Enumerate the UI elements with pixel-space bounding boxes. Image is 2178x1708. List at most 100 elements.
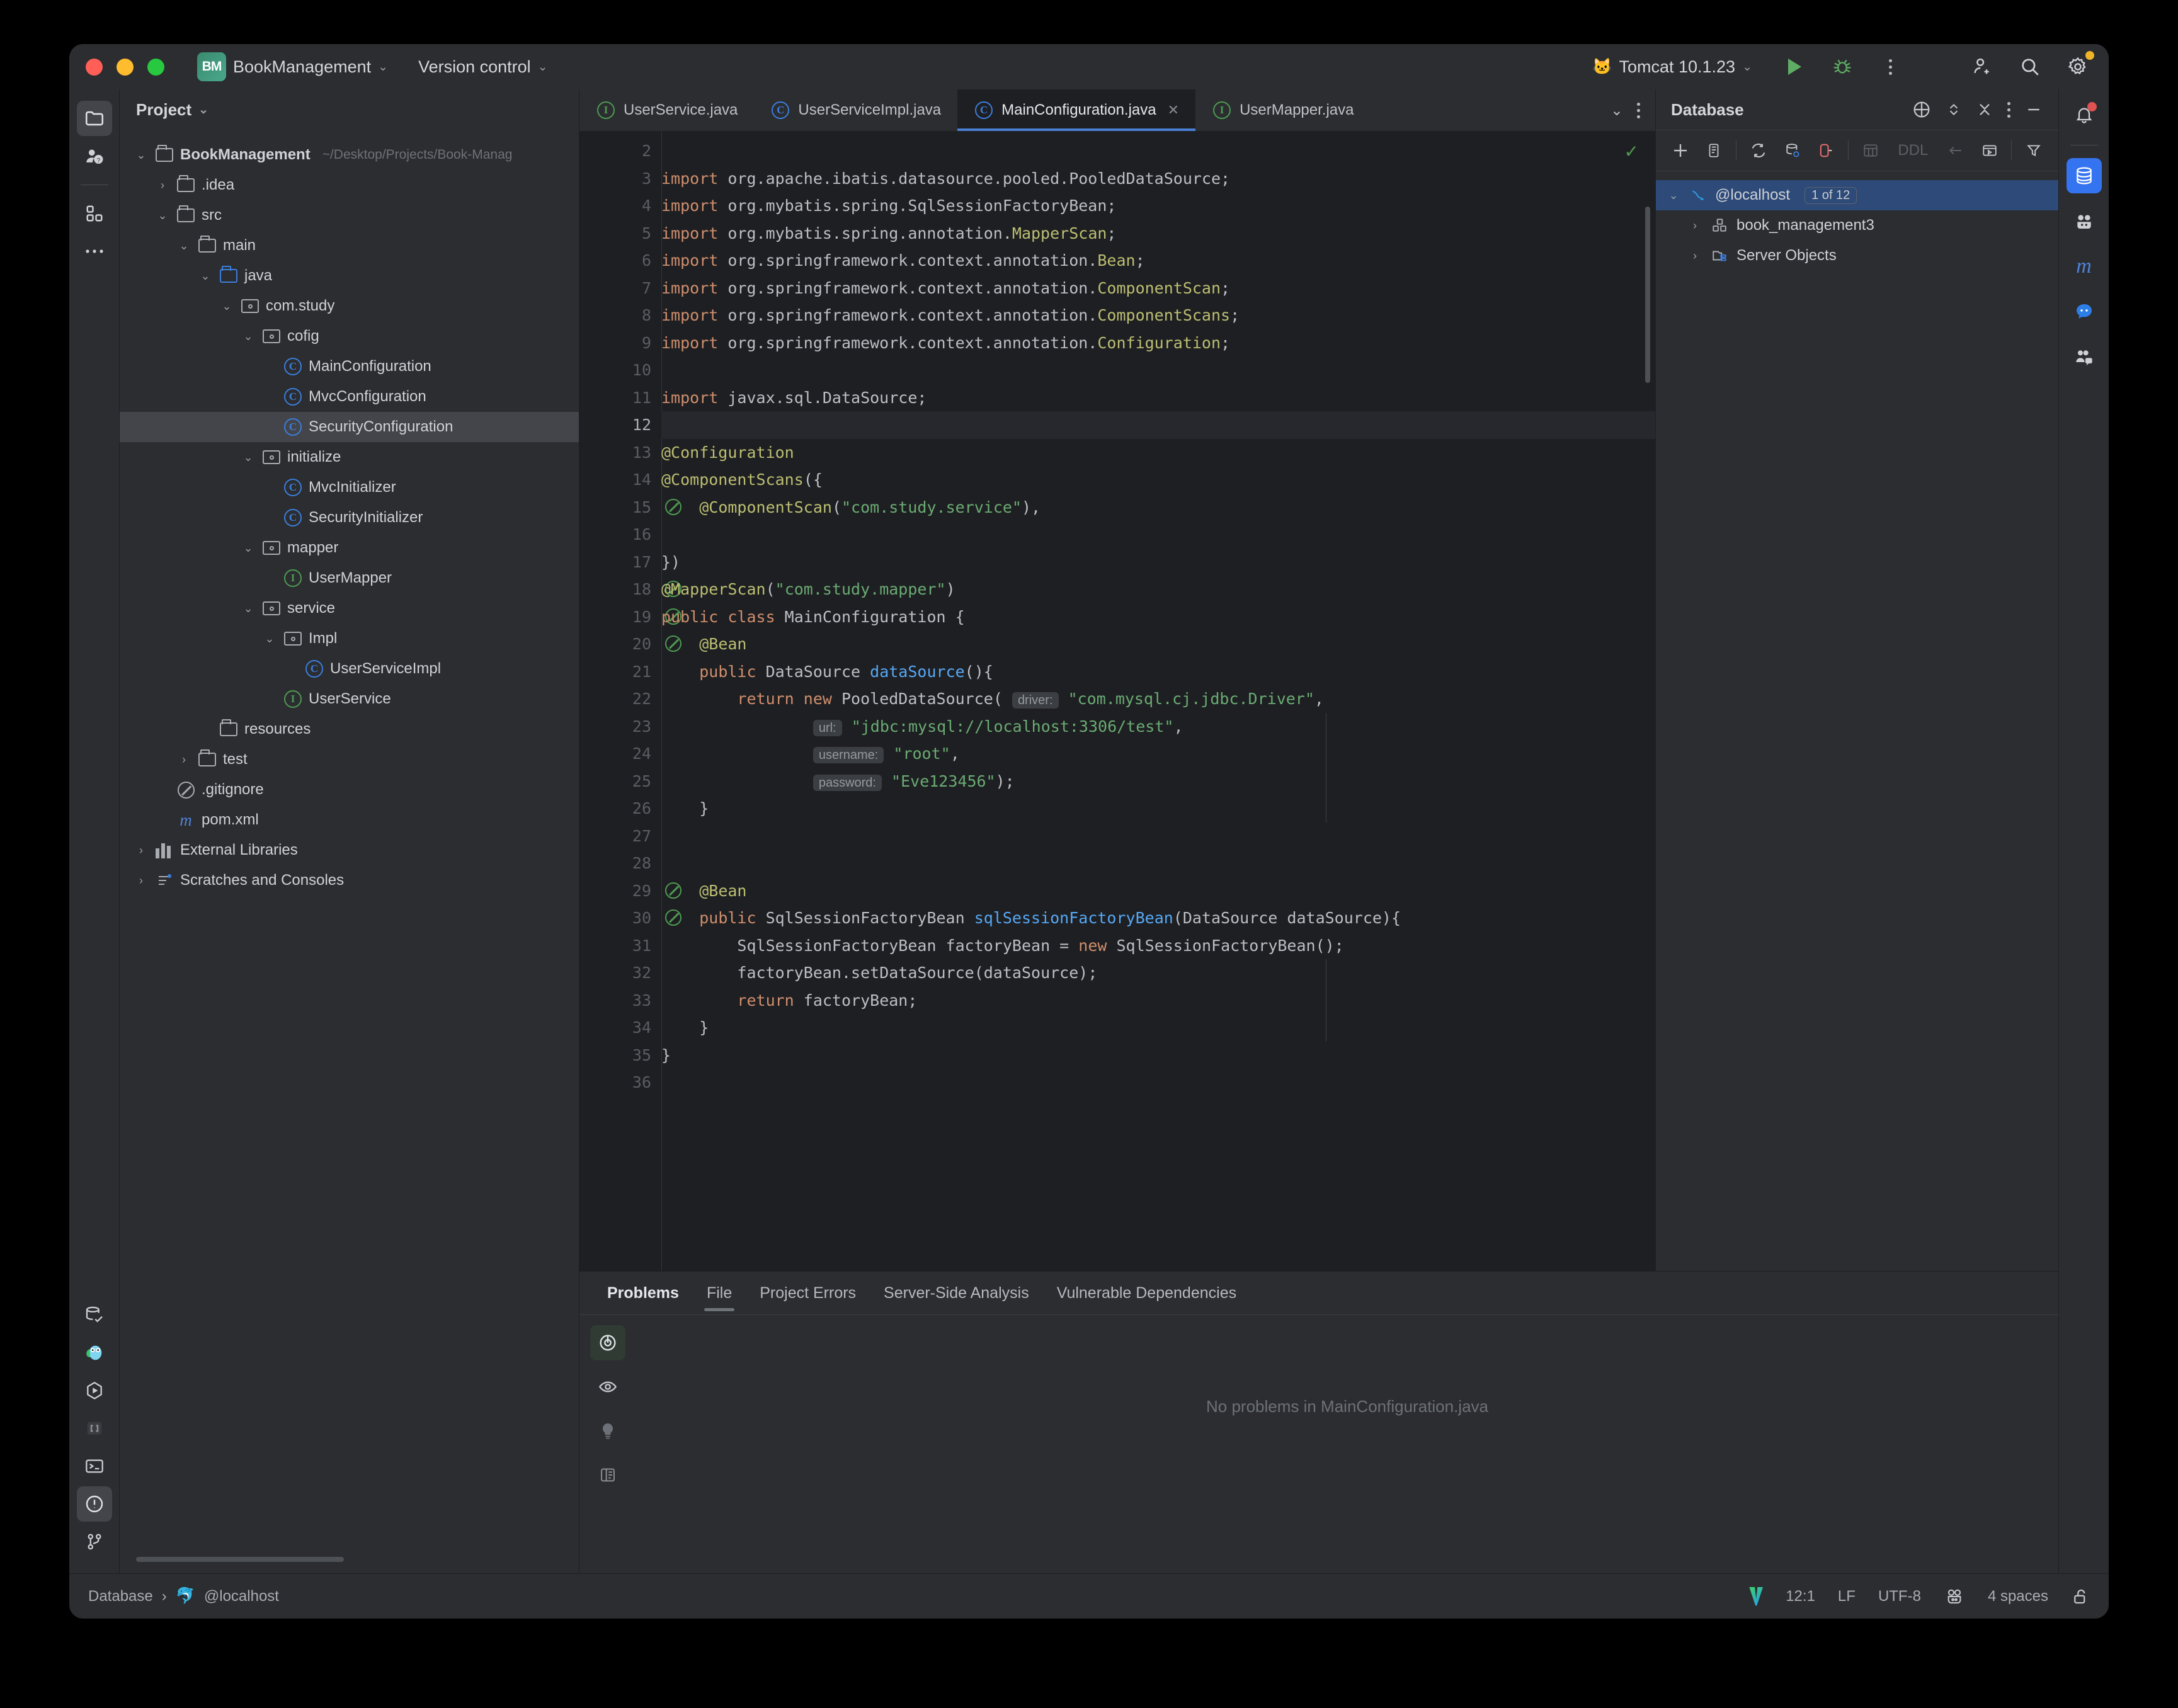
problems-tab[interactable]: Server-Side Analysis [870,1284,1043,1302]
filter-icon[interactable] [2022,138,2046,163]
chevron-right-icon[interactable]: › [1687,249,1702,263]
add-data-source-icon[interactable] [1668,138,1692,163]
tree-item[interactable]: › .idea [120,170,579,200]
database-settings-icon[interactable] [1781,138,1805,163]
sidebar-item-chat[interactable] [2067,294,2102,329]
editor-tab-bar[interactable]: I UserService.java C UserServiceImpl.java C M… [579,89,1655,131]
more-actions-button[interactable] [1876,52,1905,81]
db-tree-item[interactable]: › Server Objects [1656,241,2058,271]
sidebar-item-version-control[interactable] [77,1524,112,1559]
lock-open-icon[interactable] [2071,1587,2090,1606]
chevron-down-icon[interactable]: ⌄ [198,103,208,117]
sidebar-item-terminal[interactable] [77,1449,112,1484]
editor-tab[interactable]: C UserServiceImpl.java [754,89,957,131]
run-button[interactable] [1780,52,1809,81]
sidebar-item-ai-assistant[interactable]: ? [77,139,112,174]
problems-side-toolbar[interactable] [579,1315,636,1573]
code-editor[interactable]: 2 3 4 5 6 7 8 9 10 11 12 13 14 15 16 17 18 19 20 21 22 23 24 25… [579,131,1655,1271]
intellij-v-icon[interactable] [1749,1586,1764,1606]
problems-tab[interactable]: Problems [593,1284,693,1302]
tree-item[interactable]: ⌄ BookManagement ~/Desktop/Projects/Book-M… [120,140,579,170]
editor-tab[interactable]: I UserService.java [579,89,754,131]
version-control-menu[interactable]: Version control ⌄ [409,54,557,81]
database-toolbar[interactable]: DDL [1656,130,2058,171]
tree-item[interactable]: C MvcConfiguration [120,382,579,412]
sidebar-item-notifications[interactable] [2067,97,2102,132]
tree-item[interactable]: ⌄ initialize [120,442,579,472]
sidebar-item-code-with-me[interactable] [2067,339,2102,375]
tree-item-selected[interactable]: C SecurityConfiguration [120,412,579,442]
chevron-down-icon[interactable]: ⌄ [219,300,234,313]
chevron-right-icon[interactable]: › [1687,219,1702,232]
tree-item[interactable]: I UserMapper [120,563,579,593]
open-editor-preview-icon[interactable] [590,1457,625,1493]
sidebar-item-structure[interactable] [77,196,112,231]
tree-item[interactable]: resources [120,714,579,744]
sidebar-item-database[interactable] [2066,158,2102,193]
tree-item[interactable]: ⌄ service [120,593,579,623]
expand-collapse-icon[interactable] [1946,100,1962,120]
go-mascot-icon[interactable] [1944,1587,1965,1606]
sidebar-item-problems[interactable] [76,1486,112,1522]
minimize-window-button[interactable] [117,58,134,76]
inspections-toggle-icon[interactable] [590,1325,625,1360]
project-tree[interactable]: ⌄ BookManagement ~/Desktop/Projects/Book-M… [120,130,579,1551]
tree-item[interactable]: ⌄ src [120,200,579,231]
editor-tab[interactable]: C MainConfiguration.java ✕ [957,89,1196,131]
sidebar-item-run[interactable] [77,1373,112,1408]
editor-scrollbar[interactable] [1645,207,1650,383]
chevron-down-icon[interactable]: ⌄ [155,209,170,222]
database-tree[interactable]: ⌄ @localhost 1 of 12 › book_management3 › Serv… [1656,171,2058,271]
chevron-down-icon[interactable]: ⌄ [176,239,191,253]
project-panel-header[interactable]: Project ⌄ [120,89,579,130]
tree-item[interactable]: ⌄ mapper [120,533,579,563]
add-user-button[interactable] [1968,52,1997,81]
collapse-all-icon[interactable] [1976,100,1993,120]
chevron-down-icon[interactable]: ⌄ [1611,101,1623,120]
close-window-button[interactable] [86,58,103,76]
console-icon[interactable] [1978,138,2002,163]
duplicate-icon[interactable] [1702,138,1726,163]
tree-item[interactable]: C MvcInitializer [120,472,579,503]
chevron-down-icon[interactable]: ⌄ [241,542,256,555]
tree-item[interactable]: .gitignore [120,775,579,805]
sidebar-item-project[interactable] [76,101,112,136]
tree-item[interactable]: ⌄ main [120,231,579,261]
chevron-down-icon[interactable]: ⌄ [262,632,277,646]
tree-item[interactable]: I UserService [120,684,579,714]
sidebar-item-gradle[interactable] [2067,203,2102,239]
project-horizontal-scrollbar[interactable] [136,1557,562,1564]
close-icon[interactable]: ✕ [1168,102,1179,118]
tree-item[interactable]: ⌄ cofig [120,321,579,351]
disconnect-icon[interactable] [1814,138,1838,163]
refresh-icon[interactable] [1747,138,1770,163]
maximize-window-button[interactable] [147,58,164,76]
tree-item[interactable]: ⌄ java [120,261,579,291]
eye-preview-icon[interactable] [590,1369,625,1404]
chevron-down-icon[interactable]: ⌄ [134,149,149,162]
caret-position[interactable]: 12:1 [1786,1588,1815,1605]
tree-item[interactable]: C SecurityInitializer [120,503,579,533]
problems-tab[interactable]: Project Errors [746,1284,870,1302]
tree-item[interactable]: ⌄ com.study [120,291,579,321]
editor-code-area[interactable]: import org.apache.ibatis.datasource.pool… [661,131,1655,1271]
problems-tab-bar[interactable]: Problems File Project Errors Server-Side An… [579,1272,2058,1314]
indent-setting[interactable]: 4 spaces [1988,1588,2048,1605]
tree-item[interactable]: C UserServiceImpl [120,654,579,684]
db-tree-item[interactable]: › book_management3 [1656,210,2058,241]
chevron-down-icon[interactable]: ⌄ [241,330,256,343]
tree-item[interactable]: › Scratches and Consoles [120,865,579,896]
chevron-down-icon[interactable]: ⌄ [241,602,256,615]
search-everywhere-button[interactable] [2016,52,2044,81]
debug-button[interactable] [1828,52,1857,81]
minimize-icon[interactable] [2024,100,2043,120]
locate-icon[interactable] [1912,100,1932,120]
chevron-down-icon[interactable]: ⌄ [241,451,256,464]
tree-item[interactable]: ⌄ Impl [120,623,579,654]
lightbulb-icon[interactable] [590,1413,625,1449]
editor-gutter[interactable]: 2 3 4 5 6 7 8 9 10 11 12 13 14 15 16 17 18 19 20 21 22 23 24 25… [579,131,681,1271]
file-encoding[interactable]: UTF-8 [1878,1588,1921,1605]
sidebar-item-gopher[interactable] [77,1335,112,1370]
chevron-right-icon[interactable]: › [176,753,191,766]
chevron-right-icon[interactable]: › [134,844,149,857]
